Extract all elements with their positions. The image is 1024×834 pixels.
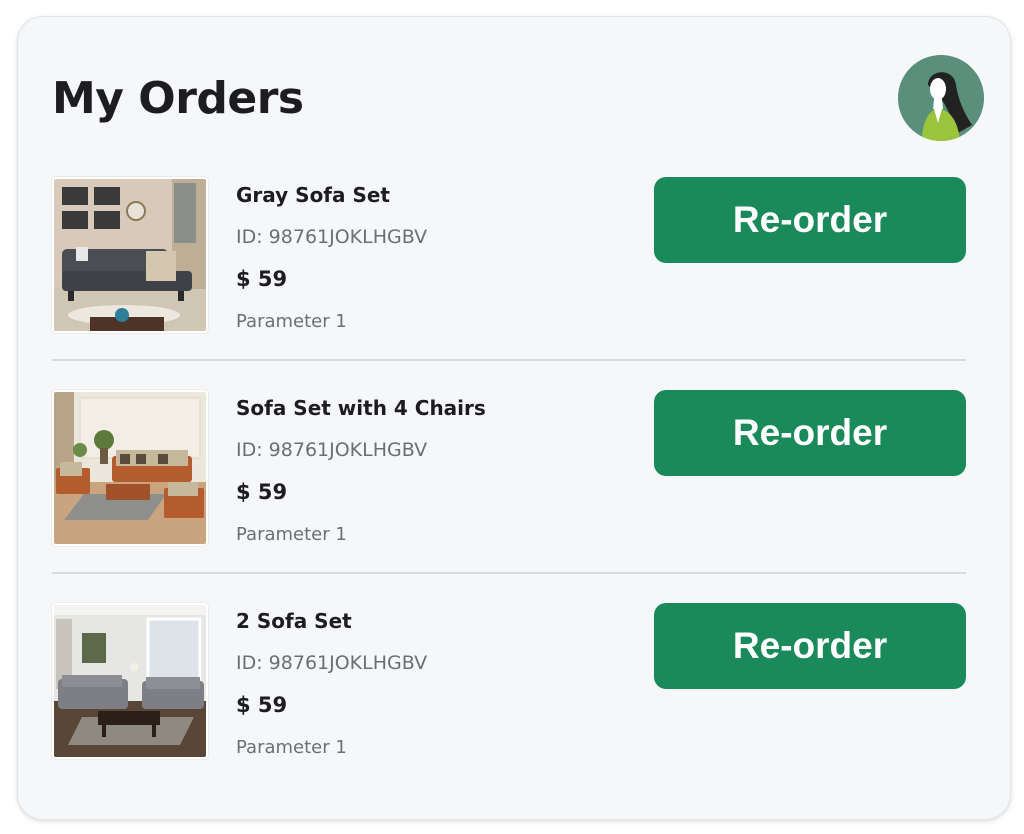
reorder-button[interactable]: Re-order <box>654 603 966 689</box>
divider <box>52 359 966 361</box>
product-image <box>52 390 208 546</box>
page-title: My Orders <box>52 73 304 124</box>
product-image <box>52 603 208 759</box>
product-name: Sofa Set with 4 Chairs <box>236 396 486 420</box>
divider <box>52 572 966 574</box>
order-id: ID: 98761JOKLHGBV <box>236 652 428 674</box>
order-id: ID: 98761JOKLHGBV <box>236 226 428 248</box>
avatar[interactable] <box>898 55 984 141</box>
product-name: Gray Sofa Set <box>236 183 390 207</box>
product-parameter: Parameter 1 <box>236 737 347 758</box>
product-price: $ 59 <box>236 480 288 504</box>
product-parameter: Parameter 1 <box>236 311 347 332</box>
product-price: $ 59 <box>236 693 288 717</box>
order-item: Sofa Set with 4 Chairs ID: 98761JOKLHGBV… <box>52 390 966 560</box>
orders-card: My Orders Gray Sofa Set ID: 98761JOKLHGB… <box>17 16 1011 820</box>
order-item: Gray Sofa Set ID: 98761JOKLHGBV $ 59 Par… <box>52 177 966 347</box>
product-image <box>52 177 208 333</box>
reorder-button[interactable]: Re-order <box>654 177 966 263</box>
wooden-sofa-set-image <box>54 392 206 544</box>
order-item: 2 Sofa Set ID: 98761JOKLHGBV $ 59 Parame… <box>52 603 966 773</box>
order-id: ID: 98761JOKLHGBV <box>236 439 428 461</box>
product-parameter: Parameter 1 <box>236 524 347 545</box>
product-price: $ 59 <box>236 267 288 291</box>
user-avatar-icon <box>898 55 984 141</box>
reorder-button[interactable]: Re-order <box>654 390 966 476</box>
product-name: 2 Sofa Set <box>236 609 352 633</box>
gray-sofa-living-room-image <box>54 179 206 331</box>
two-sofa-set-image <box>54 605 206 757</box>
